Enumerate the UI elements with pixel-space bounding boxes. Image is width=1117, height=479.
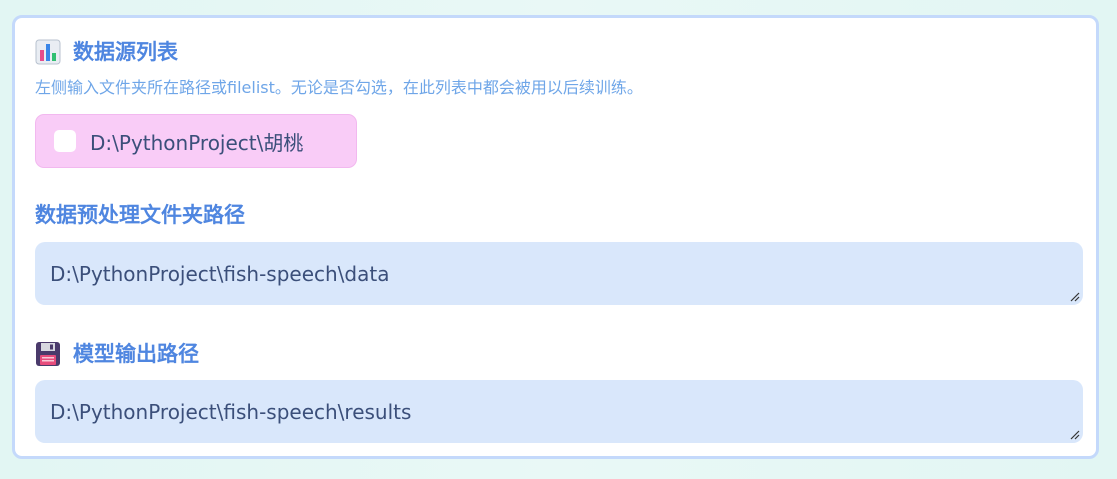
data-source-title: 数据源列表 xyxy=(35,38,178,66)
resize-handle-icon[interactable] xyxy=(1069,429,1080,440)
preprocess-path-title-text: 数据预处理文件夹路径 xyxy=(35,203,245,227)
data-source-description: 左侧输入文件夹所在路径或filelist。无论是否勾选，在此列表中都会被用以后续… xyxy=(35,78,643,97)
preprocess-path-input[interactable]: D:\PythonProject\fish-speech\data xyxy=(35,242,1083,305)
floppy-disk-icon xyxy=(35,341,61,367)
data-source-checkbox-label: D:\PythonProject\胡桃 xyxy=(90,130,304,155)
model-output-title: 模型输出路径 xyxy=(35,340,199,368)
resize-handle-icon[interactable] xyxy=(1069,291,1080,302)
data-source-title-text: 数据源列表 xyxy=(73,40,178,64)
data-source-checkbox[interactable] xyxy=(54,130,76,152)
model-output-title-text: 模型输出路径 xyxy=(73,342,199,366)
preprocess-path-value: D:\PythonProject\fish-speech\data xyxy=(50,261,390,286)
data-source-checkbox-item[interactable]: D:\PythonProject\胡桃 xyxy=(35,114,357,168)
bar-chart-icon xyxy=(35,39,61,65)
model-output-path-input[interactable]: D:\PythonProject\fish-speech\results xyxy=(35,380,1083,443)
model-output-path-value: D:\PythonProject\fish-speech\results xyxy=(50,399,412,424)
data-config-panel: 数据源列表 左侧输入文件夹所在路径或filelist。无论是否勾选，在此列表中都… xyxy=(12,15,1099,459)
preprocess-path-title: 数据预处理文件夹路径 xyxy=(35,201,245,229)
